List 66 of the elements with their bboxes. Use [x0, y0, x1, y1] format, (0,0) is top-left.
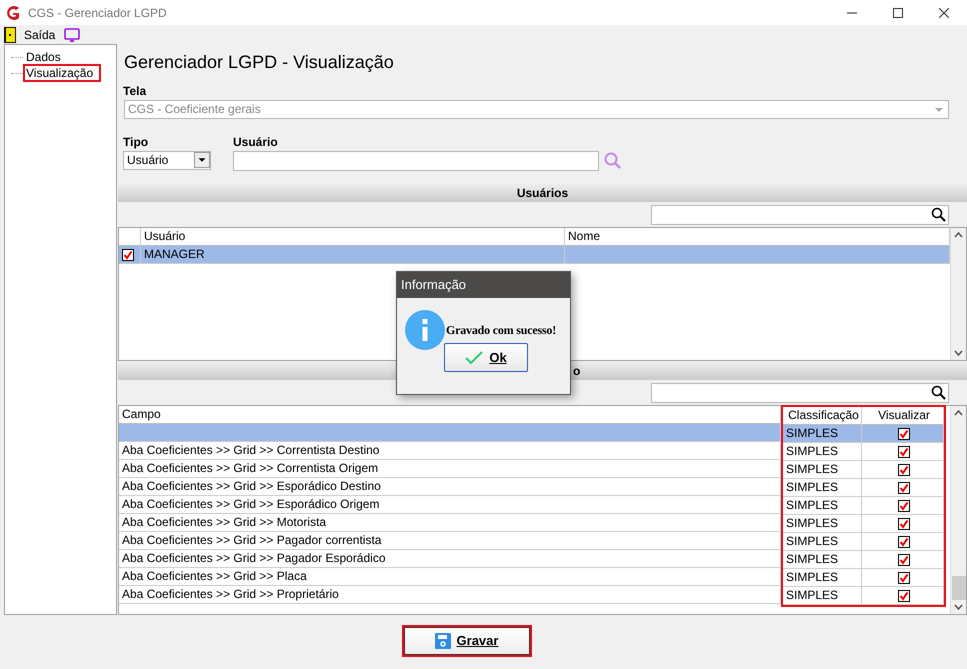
checkbox[interactable]: [898, 482, 910, 494]
checkbox[interactable]: [898, 572, 910, 584]
column-header[interactable]: Visualizar: [862, 407, 944, 425]
dropdown-arrow-icon: [935, 108, 943, 112]
checkbox[interactable]: [898, 446, 910, 458]
table-cell: Aba Coeficientes >> Grid >> Placa: [119, 568, 781, 586]
exit-door-icon: [4, 26, 16, 42]
checkbox[interactable]: [898, 500, 910, 512]
checkbox[interactable]: [898, 536, 910, 548]
column-header[interactable]: Classificação: [783, 407, 862, 425]
table-cell: Aba Coeficientes >> Grid >> Pagador Esporádico: [119, 550, 781, 568]
checkbox[interactable]: [898, 518, 910, 530]
section-header: Usuários: [118, 184, 967, 202]
table-cell: Aba Coeficientes >> Grid >> Esporádico Origem: [119, 496, 781, 514]
column-header[interactable]: Usuário: [141, 228, 565, 246]
window-title: CGS - Gerenciador LGPD: [28, 4, 167, 22]
dialog-message: Gravado com sucesso!: [446, 322, 556, 339]
search-icon: [930, 206, 948, 224]
column-header[interactable]: Nome: [565, 228, 950, 246]
table-cell: Aba Coeficientes >> Grid >> Esporádico Destino: [119, 478, 781, 496]
info-icon: [405, 310, 445, 350]
table-cell: SIMPLES: [783, 443, 862, 461]
checkbox[interactable]: [898, 464, 910, 476]
checkbox[interactable]: [898, 428, 910, 440]
table-cell: Aba Coeficientes >> Grid >> Proprietário: [119, 586, 781, 604]
page-heading: Gerenciador LGPD - Visualização: [123, 51, 395, 74]
table-cell: Aba Coeficientes >> Grid >> Motorista: [119, 514, 781, 532]
table-cell: MANAGER: [141, 246, 565, 264]
column-header[interactable]: Campo: [119, 406, 781, 424]
table-cell: Aba Coeficientes >> Grid >> Correntista Origem: [119, 460, 781, 478]
field-label: Usuário: [233, 135, 279, 149]
tree-item[interactable]: Dados: [25, 50, 67, 64]
search-icon: [930, 384, 948, 402]
field-label: Tipo: [122, 135, 150, 149]
table-cell: SIMPLES: [783, 497, 862, 515]
vertical-scrollbar[interactable]: [950, 406, 966, 614]
table-cell: SIMPLES: [783, 461, 862, 479]
scroll-thumb[interactable]: [952, 576, 966, 600]
table-cell: SIMPLES: [783, 515, 862, 533]
table-cell: SIMPLES: [783, 533, 862, 551]
filter-field[interactable]: [651, 205, 949, 225]
table-cell: SIMPLES: [783, 551, 862, 569]
checkbox[interactable]: [898, 554, 910, 566]
dialog-title: Informação: [397, 272, 570, 298]
table-cell: SIMPLES: [783, 425, 862, 443]
table-cell: SIMPLES: [783, 587, 862, 605]
save-button[interactable]: Gravar: [404, 627, 530, 655]
monitor-icon[interactable]: [63, 26, 82, 42]
menu-item[interactable]: Saída: [24, 26, 56, 44]
table-cell: SIMPLES: [783, 479, 862, 497]
user-input-field[interactable]: [233, 151, 599, 171]
checkbox[interactable]: [898, 590, 910, 602]
maximize-icon[interactable]: [893, 8, 903, 18]
ok-button[interactable]: Ok: [444, 343, 528, 372]
tree-item[interactable]: Visualização: [25, 66, 100, 80]
table-cell: Aba Coeficientes >> Grid >> Pagador correntista: [119, 532, 781, 550]
field-label: Tela: [122, 84, 148, 98]
app-logo-icon: [4, 4, 22, 22]
table-cell: SIMPLES: [783, 569, 862, 587]
vertical-scrollbar[interactable]: [950, 228, 966, 360]
filter-field[interactable]: [651, 383, 949, 403]
table-cell: Aba Coeficientes >> Grid >> Correntista Destino: [119, 442, 781, 460]
dropdown-field[interactable]: Usuário: [123, 151, 211, 170]
close-icon[interactable]: [939, 8, 949, 18]
checkbox[interactable]: [122, 248, 134, 260]
checkmark-icon: [465, 350, 484, 364]
